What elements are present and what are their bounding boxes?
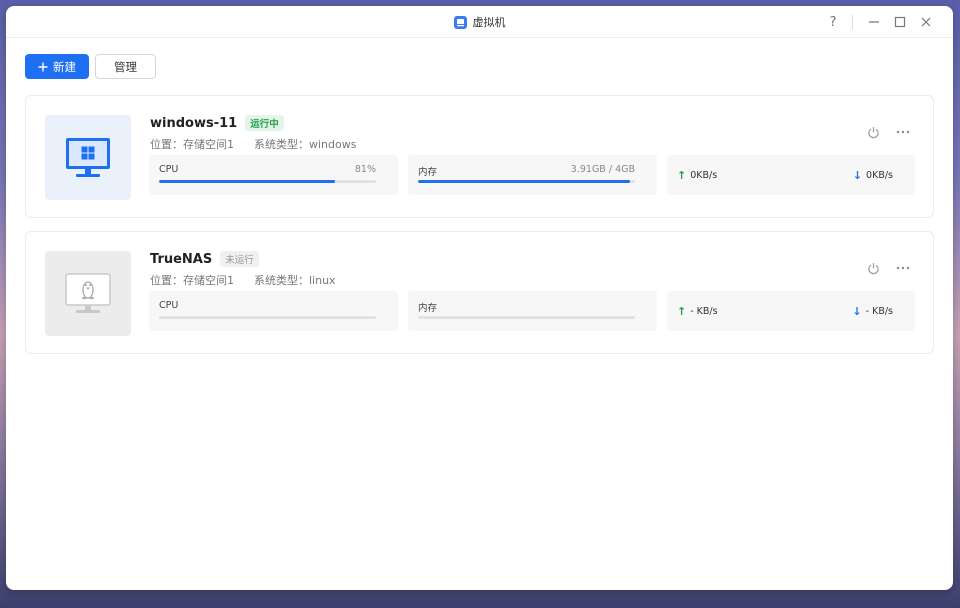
arrow-down-icon: ↓	[852, 305, 862, 318]
windows-monitor-icon	[66, 137, 110, 177]
memory-metric: 内存 3.91GB / 4GB	[408, 155, 657, 195]
network-metric: ↑ - KB/s ↓ - KB/s	[667, 291, 915, 331]
download-rate: ↓ 0KB/s	[853, 169, 893, 182]
manage-button[interactable]: 管理	[95, 54, 156, 79]
vm-meta: 位置：存储空间1 系统类型：linux	[150, 272, 336, 288]
title-bar: 虚拟机 ?	[6, 6, 953, 38]
vm-card[interactable]: TrueNAS 未运行 位置：存储空间1 系统类型：linux CPU 内存 ↑	[25, 231, 934, 354]
plus-icon	[38, 62, 48, 71]
vm-name-text: TrueNAS	[150, 251, 213, 267]
cpu-bar-fill	[159, 180, 335, 183]
vm-app-icon	[453, 15, 467, 29]
cpu-bar	[159, 180, 376, 183]
arrow-up-icon: ↑	[677, 305, 687, 318]
maximize-icon[interactable]	[887, 11, 913, 33]
window-title-text: 虚拟机	[472, 16, 506, 29]
cpu-label: CPU	[159, 300, 179, 311]
arrow-down-icon: ↓	[852, 169, 863, 182]
status-badge: 未运行	[220, 251, 259, 267]
memory-bar	[418, 316, 635, 319]
vm-card[interactable]: windows-11 运行中 位置：存储空间1 系统类型：windows CPU…	[25, 95, 934, 218]
more-icon[interactable]	[895, 124, 911, 140]
vm-manager-window: 虚拟机 ? 新建 管理 windows-11 运行中 位置：存储空间1 系统类型…	[6, 6, 953, 590]
window-title: 虚拟机	[6, 6, 953, 38]
vm-name: TrueNAS 未运行	[150, 251, 259, 267]
vm-thumbnail	[45, 251, 131, 336]
window-controls: ?	[820, 6, 939, 38]
arrow-up-icon: ↑	[677, 169, 687, 182]
vm-os-type: 系统类型：linux	[254, 274, 336, 287]
vm-location: 位置：存储空间1	[150, 138, 234, 151]
cpu-bar	[159, 316, 376, 319]
upload-rate: ↑ - KB/s	[677, 305, 718, 318]
close-icon[interactable]	[913, 11, 939, 33]
memory-label: 内存	[418, 303, 438, 314]
power-icon[interactable]	[865, 124, 881, 140]
memory-metric: 内存	[408, 291, 657, 331]
more-icon[interactable]	[895, 260, 911, 276]
memory-value: 3.91GB / 4GB	[570, 164, 635, 175]
vm-actions	[865, 124, 911, 140]
vm-thumbnail	[45, 115, 131, 200]
upload-rate: ↑ 0KB/s	[677, 169, 717, 182]
vm-name: windows-11 运行中	[150, 115, 284, 131]
upload-value: 0KB/s	[690, 170, 718, 181]
download-value: 0KB/s	[866, 170, 893, 181]
memory-bar	[418, 180, 635, 183]
cpu-label: CPU	[159, 164, 179, 175]
upload-value: - KB/s	[690, 306, 718, 317]
memory-bar-fill	[418, 180, 631, 183]
linux-monitor-icon	[65, 272, 111, 313]
vm-os-type: 系统类型：windows	[254, 138, 357, 151]
download-value: - KB/s	[865, 306, 893, 317]
vm-name-text: windows-11	[150, 115, 238, 131]
cpu-metric: CPU	[149, 291, 398, 331]
new-vm-label: 新建	[53, 61, 76, 74]
new-vm-button[interactable]: 新建	[25, 54, 89, 79]
memory-label: 内存	[418, 167, 438, 178]
cpu-metric: CPU 81%	[149, 155, 398, 195]
power-icon[interactable]	[865, 260, 881, 276]
vm-location: 位置：存储空间1	[150, 274, 234, 287]
minimize-icon[interactable]	[861, 11, 887, 33]
divider	[852, 15, 853, 29]
cpu-value: 81%	[354, 164, 376, 175]
network-metric: ↑ 0KB/s ↓ 0KB/s	[667, 155, 915, 195]
help-icon[interactable]: ?	[820, 11, 846, 33]
toolbar: 新建 管理	[25, 54, 156, 79]
status-badge: 运行中	[245, 115, 284, 131]
download-rate: ↓ - KB/s	[852, 305, 893, 318]
vm-actions	[865, 260, 911, 276]
vm-meta: 位置：存储空间1 系统类型：windows	[150, 136, 356, 152]
